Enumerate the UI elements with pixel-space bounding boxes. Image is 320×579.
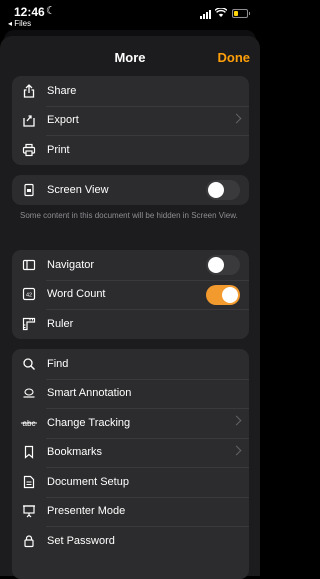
screen-view-group: Screen View (12, 175, 249, 205)
ruler-label: Ruler (47, 317, 74, 330)
document-setup-icon (20, 467, 38, 496)
navigator-toggle[interactable] (206, 255, 240, 275)
screen-view-label: Screen View (47, 183, 109, 196)
smart-annotation-row[interactable]: Smart Annotation (12, 378, 249, 409)
bookmark-icon (20, 438, 38, 467)
battery-icon (232, 9, 250, 18)
document-setup-label: Document Setup (47, 475, 129, 488)
word-count-label: Word Count (47, 288, 106, 301)
find-label: Find (47, 357, 69, 370)
print-icon (20, 135, 38, 164)
view-options-group: Navigator 42 Word Count Ruler (12, 250, 249, 339)
screen-view-icon (20, 175, 38, 204)
moon-icon: ☾ (46, 5, 56, 17)
navigator-label: Navigator (47, 258, 95, 271)
done-button[interactable]: Done (218, 50, 251, 65)
cellular-signal-icon (200, 10, 211, 19)
ruler-row[interactable]: Ruler (12, 309, 249, 339)
tools-group: Find Smart Annotation abc Change Trackin… (12, 349, 249, 579)
presenter-mode-row[interactable]: Presenter Mode (12, 496, 249, 527)
more-sheet: More Done Share Export Print Screen View… (0, 36, 260, 579)
word-count-icon: 42 (20, 280, 38, 309)
export-label: Export (47, 114, 79, 127)
svg-text:42: 42 (26, 293, 32, 299)
navigator-row[interactable]: Navigator (12, 250, 249, 280)
smart-annotation-icon (20, 379, 38, 408)
print-label: Print (47, 143, 70, 156)
share-icon (20, 76, 38, 105)
share-export-print-group: Share Export Print (12, 76, 249, 165)
set-password-row[interactable]: Set Password (12, 526, 249, 556)
set-password-label: Set Password (47, 534, 115, 547)
change-tracking-icon: abc (20, 408, 38, 437)
screen-view-note: Some content in this document will be hi… (20, 211, 238, 220)
chevron-right-icon (231, 445, 242, 455)
ruler-icon (20, 309, 38, 338)
smart-annotation-label: Smart Annotation (47, 387, 132, 400)
word-count-toggle[interactable] (206, 284, 240, 305)
chevron-right-icon (231, 415, 242, 426)
print-row[interactable]: Print (12, 135, 249, 165)
change-tracking-label: Change Tracking (47, 416, 131, 429)
navigator-icon (20, 250, 38, 279)
screen-view-row[interactable]: Screen View (12, 175, 249, 205)
share-label: Share (47, 84, 77, 97)
export-row[interactable]: Export (12, 105, 249, 136)
word-count-row[interactable]: 42 Word Count (12, 279, 249, 310)
screen-view-toggle[interactable] (206, 180, 240, 200)
chevron-right-icon (231, 113, 242, 123)
bookmarks-label: Bookmarks (47, 446, 103, 459)
export-icon (20, 106, 38, 135)
document-setup-row[interactable]: Document Setup (12, 467, 249, 497)
find-row[interactable]: Find (12, 349, 249, 379)
lock-icon (20, 526, 38, 555)
status-time: 12:46 (14, 5, 45, 19)
presenter-mode-icon (20, 497, 38, 526)
back-to-files-link[interactable]: ◂ Files (8, 19, 31, 28)
bookmarks-row[interactable]: Bookmarks (12, 437, 249, 468)
share-row[interactable]: Share (12, 76, 249, 106)
status-bar: 12:46 ☾ ◂ Files (0, 0, 260, 32)
change-tracking-row[interactable]: abc Change Tracking (12, 408, 249, 438)
search-icon (20, 349, 38, 378)
wifi-icon (215, 8, 227, 17)
presenter-mode-label: Presenter Mode (47, 505, 126, 518)
